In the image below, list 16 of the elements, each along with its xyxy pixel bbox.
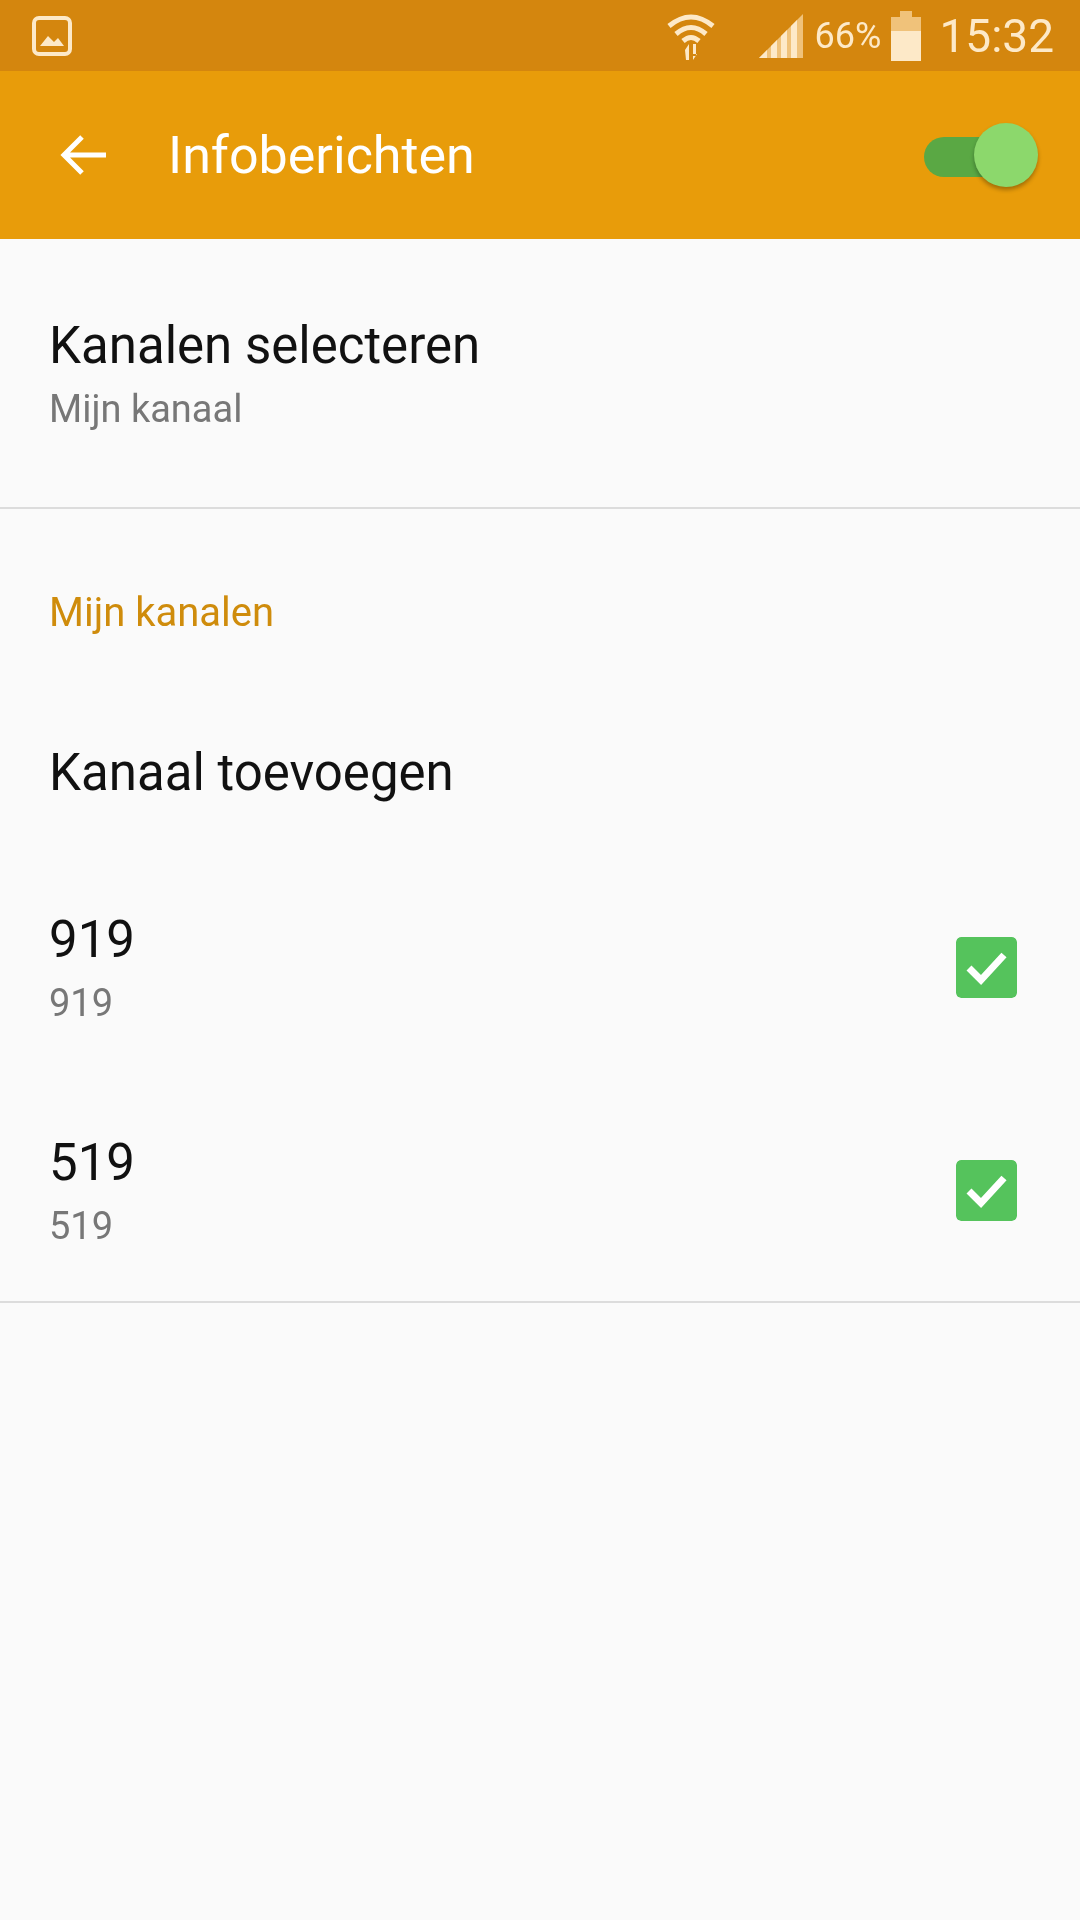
channel-number: 519 bbox=[49, 1203, 115, 1248]
settings-item[interactable]: Kanalen selecteren Mijn kanaal bbox=[0, 239, 1080, 509]
add-channel-link[interactable]: Kanaal toevoegen bbox=[49, 743, 1031, 802]
screen-title: Infoberichten bbox=[168, 124, 476, 186]
checkbox[interactable] bbox=[956, 936, 1017, 998]
channel-name: 919 bbox=[49, 909, 136, 969]
channel-name: 519 bbox=[49, 1132, 136, 1192]
clock-time: 15:32 bbox=[939, 8, 1054, 63]
item-title: Kanalen selecteren bbox=[49, 315, 482, 375]
item-subtitle: Mijn kanaal bbox=[49, 386, 244, 431]
image-icon bbox=[32, 15, 72, 56]
battery-percentage: 66% bbox=[814, 14, 882, 57]
checkbox[interactable] bbox=[956, 1159, 1017, 1221]
channel-number: 919 bbox=[49, 980, 115, 1025]
battery-icon bbox=[891, 10, 922, 61]
section-header: Mijn kanalen bbox=[49, 589, 275, 636]
